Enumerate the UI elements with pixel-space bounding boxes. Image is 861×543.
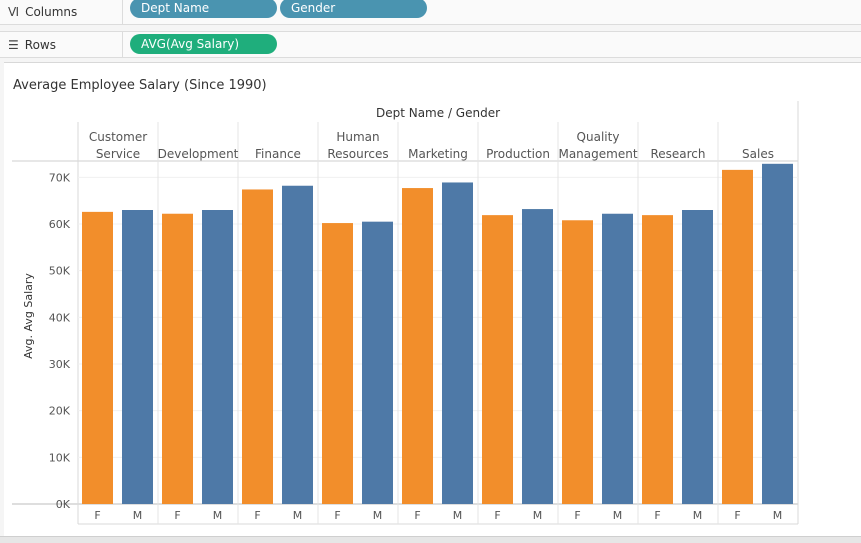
y-tick-label: 10K [49,451,71,464]
dept-header-label: Customer [89,130,147,144]
gender-tick-label: F [174,509,180,522]
bar-m [362,221,393,504]
dept-header-label: Human [336,130,379,144]
gender-tick-label: M [533,509,543,522]
gender-tick-label: F [334,509,340,522]
columns-icon: Ⅵ [8,5,20,19]
gender-tick-label: M [213,509,223,522]
gender-tick-label: M [453,509,463,522]
bar-f [402,188,433,505]
bar-f [642,215,673,504]
rows-shelf: ☰ Rows AVG(Avg Salary) [0,31,861,58]
pill-avg-salary[interactable]: AVG(Avg Salary) [130,34,277,54]
bar-f [162,213,193,504]
shelf-divider [122,0,123,24]
rows-label-text: Rows [24,37,56,52]
bar-f [82,211,113,504]
bar-f [242,189,273,504]
shelf-divider [122,32,123,57]
bar-f [482,215,513,504]
dept-header-label: Management [558,147,637,161]
pill-gender[interactable]: Gender [280,0,427,18]
gender-tick-label: M [693,509,703,522]
bar-m [522,209,553,505]
worksheet-view: Average Employee Salary (Since 1990) Dep… [4,62,861,539]
gender-tick-label: M [373,509,383,522]
column-header-title: Dept Name / Gender [376,106,500,120]
gender-tick-label: M [773,509,783,522]
columns-shelf-label: Ⅵ Columns [8,0,77,24]
bar-m [602,213,633,504]
bar-f [722,169,753,504]
dept-header-label: Finance [255,147,301,161]
dept-header-label: Marketing [408,147,468,161]
gender-tick-label: F [414,509,420,522]
y-tick-label: 50K [49,265,71,278]
dept-header-label: Production [486,147,550,161]
pill-dept-name[interactable]: Dept Name [130,0,277,18]
y-tick-label: 0K [56,498,71,511]
columns-label-text: Columns [25,5,78,19]
gender-tick-label: F [574,509,580,522]
gender-tick-label: F [654,509,660,522]
dept-header-label: Quality [577,130,620,144]
rows-shelf-label: ☰ Rows [8,32,56,57]
gender-tick-label: M [613,509,623,522]
columns-shelf: Ⅵ Columns Dept Name Gender [0,0,861,25]
gender-tick-label: M [293,509,303,522]
dept-header-label: Sales [742,147,774,161]
bar-f [562,220,593,504]
chart-title: Average Employee Salary (Since 1990) [13,78,267,93]
bar-m [202,210,233,504]
bar-m [442,182,473,504]
bar-m [762,163,793,505]
y-tick-label: 40K [49,311,71,324]
dept-header-label: Development [158,147,239,161]
y-axis-title: Avg. Avg Salary [22,273,35,359]
gender-tick-label: F [94,509,100,522]
dept-header-label: Research [650,147,705,161]
y-tick-label: 70K [49,171,71,184]
dept-header-label: Service [96,147,140,161]
dept-header-label: Resources [327,147,388,161]
y-tick-label: 20K [49,405,71,418]
gender-tick-label: F [494,509,500,522]
bar-m [282,185,313,504]
bar-chart: Average Employee Salary (Since 1990) Dep… [12,78,799,525]
gender-tick-label: F [254,509,260,522]
gender-tick-label: F [734,509,740,522]
y-tick-label: 30K [49,358,71,371]
bar-m [122,210,153,504]
y-tick-label: 60K [49,218,71,231]
bar-m [682,210,713,504]
rows-icon: ☰ [8,37,19,52]
bar-f [322,223,353,505]
gender-tick-label: M [133,509,143,522]
